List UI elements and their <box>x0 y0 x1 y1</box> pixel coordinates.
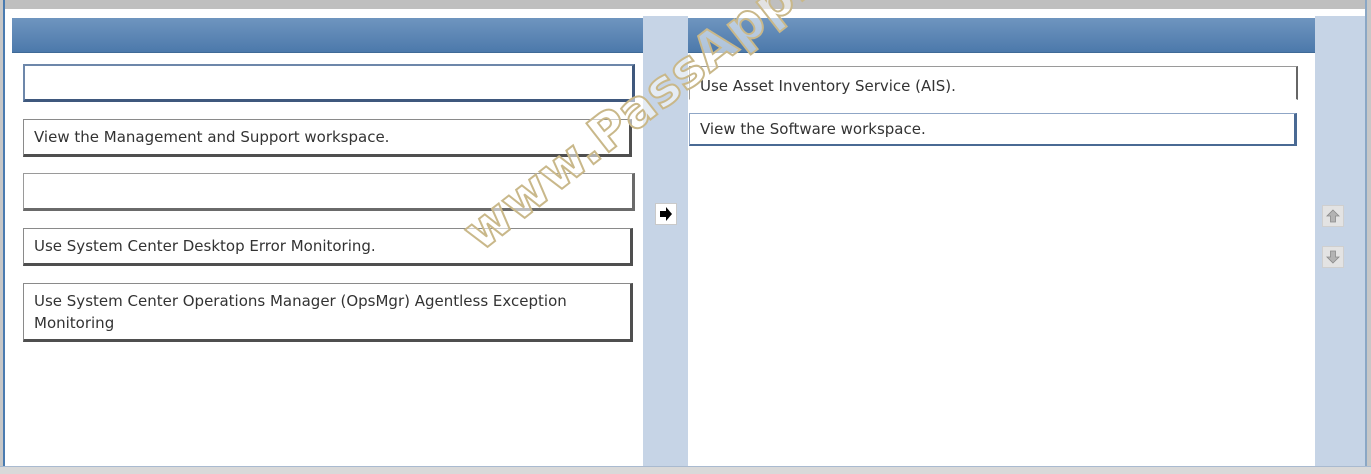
bottom-border <box>0 466 1371 474</box>
source-item-4[interactable]: Use System Center Desktop Error Monitori… <box>23 228 633 266</box>
top-border <box>0 0 1371 9</box>
source-item-3[interactable] <box>23 173 635 211</box>
right-frame <box>1365 0 1371 474</box>
move-right-button[interactable] <box>655 203 677 225</box>
order-controls-gutter <box>1315 16 1365 466</box>
answer-list-header <box>688 18 1315 53</box>
arrow-up-icon <box>1326 209 1340 223</box>
arrow-left-icon <box>660 254 672 268</box>
source-item-2[interactable]: View the Management and Support workspac… <box>23 119 632 157</box>
answer-item-2[interactable]: View the Software workspace. <box>689 113 1297 146</box>
source-item-5[interactable]: Use System Center Operations Manager (Op… <box>23 283 633 342</box>
source-item-1[interactable] <box>23 64 635 102</box>
source-list-header <box>12 18 643 53</box>
arrow-down-icon <box>1326 250 1340 264</box>
move-down-button[interactable] <box>1322 246 1344 268</box>
move-controls-gutter <box>643 16 688 466</box>
move-left-button[interactable] <box>655 250 677 272</box>
answer-item-1[interactable]: Use Asset Inventory Service (AIS). <box>689 66 1298 100</box>
arrow-right-icon <box>660 207 672 221</box>
left-frame <box>0 0 5 474</box>
move-up-button[interactable] <box>1322 205 1344 227</box>
